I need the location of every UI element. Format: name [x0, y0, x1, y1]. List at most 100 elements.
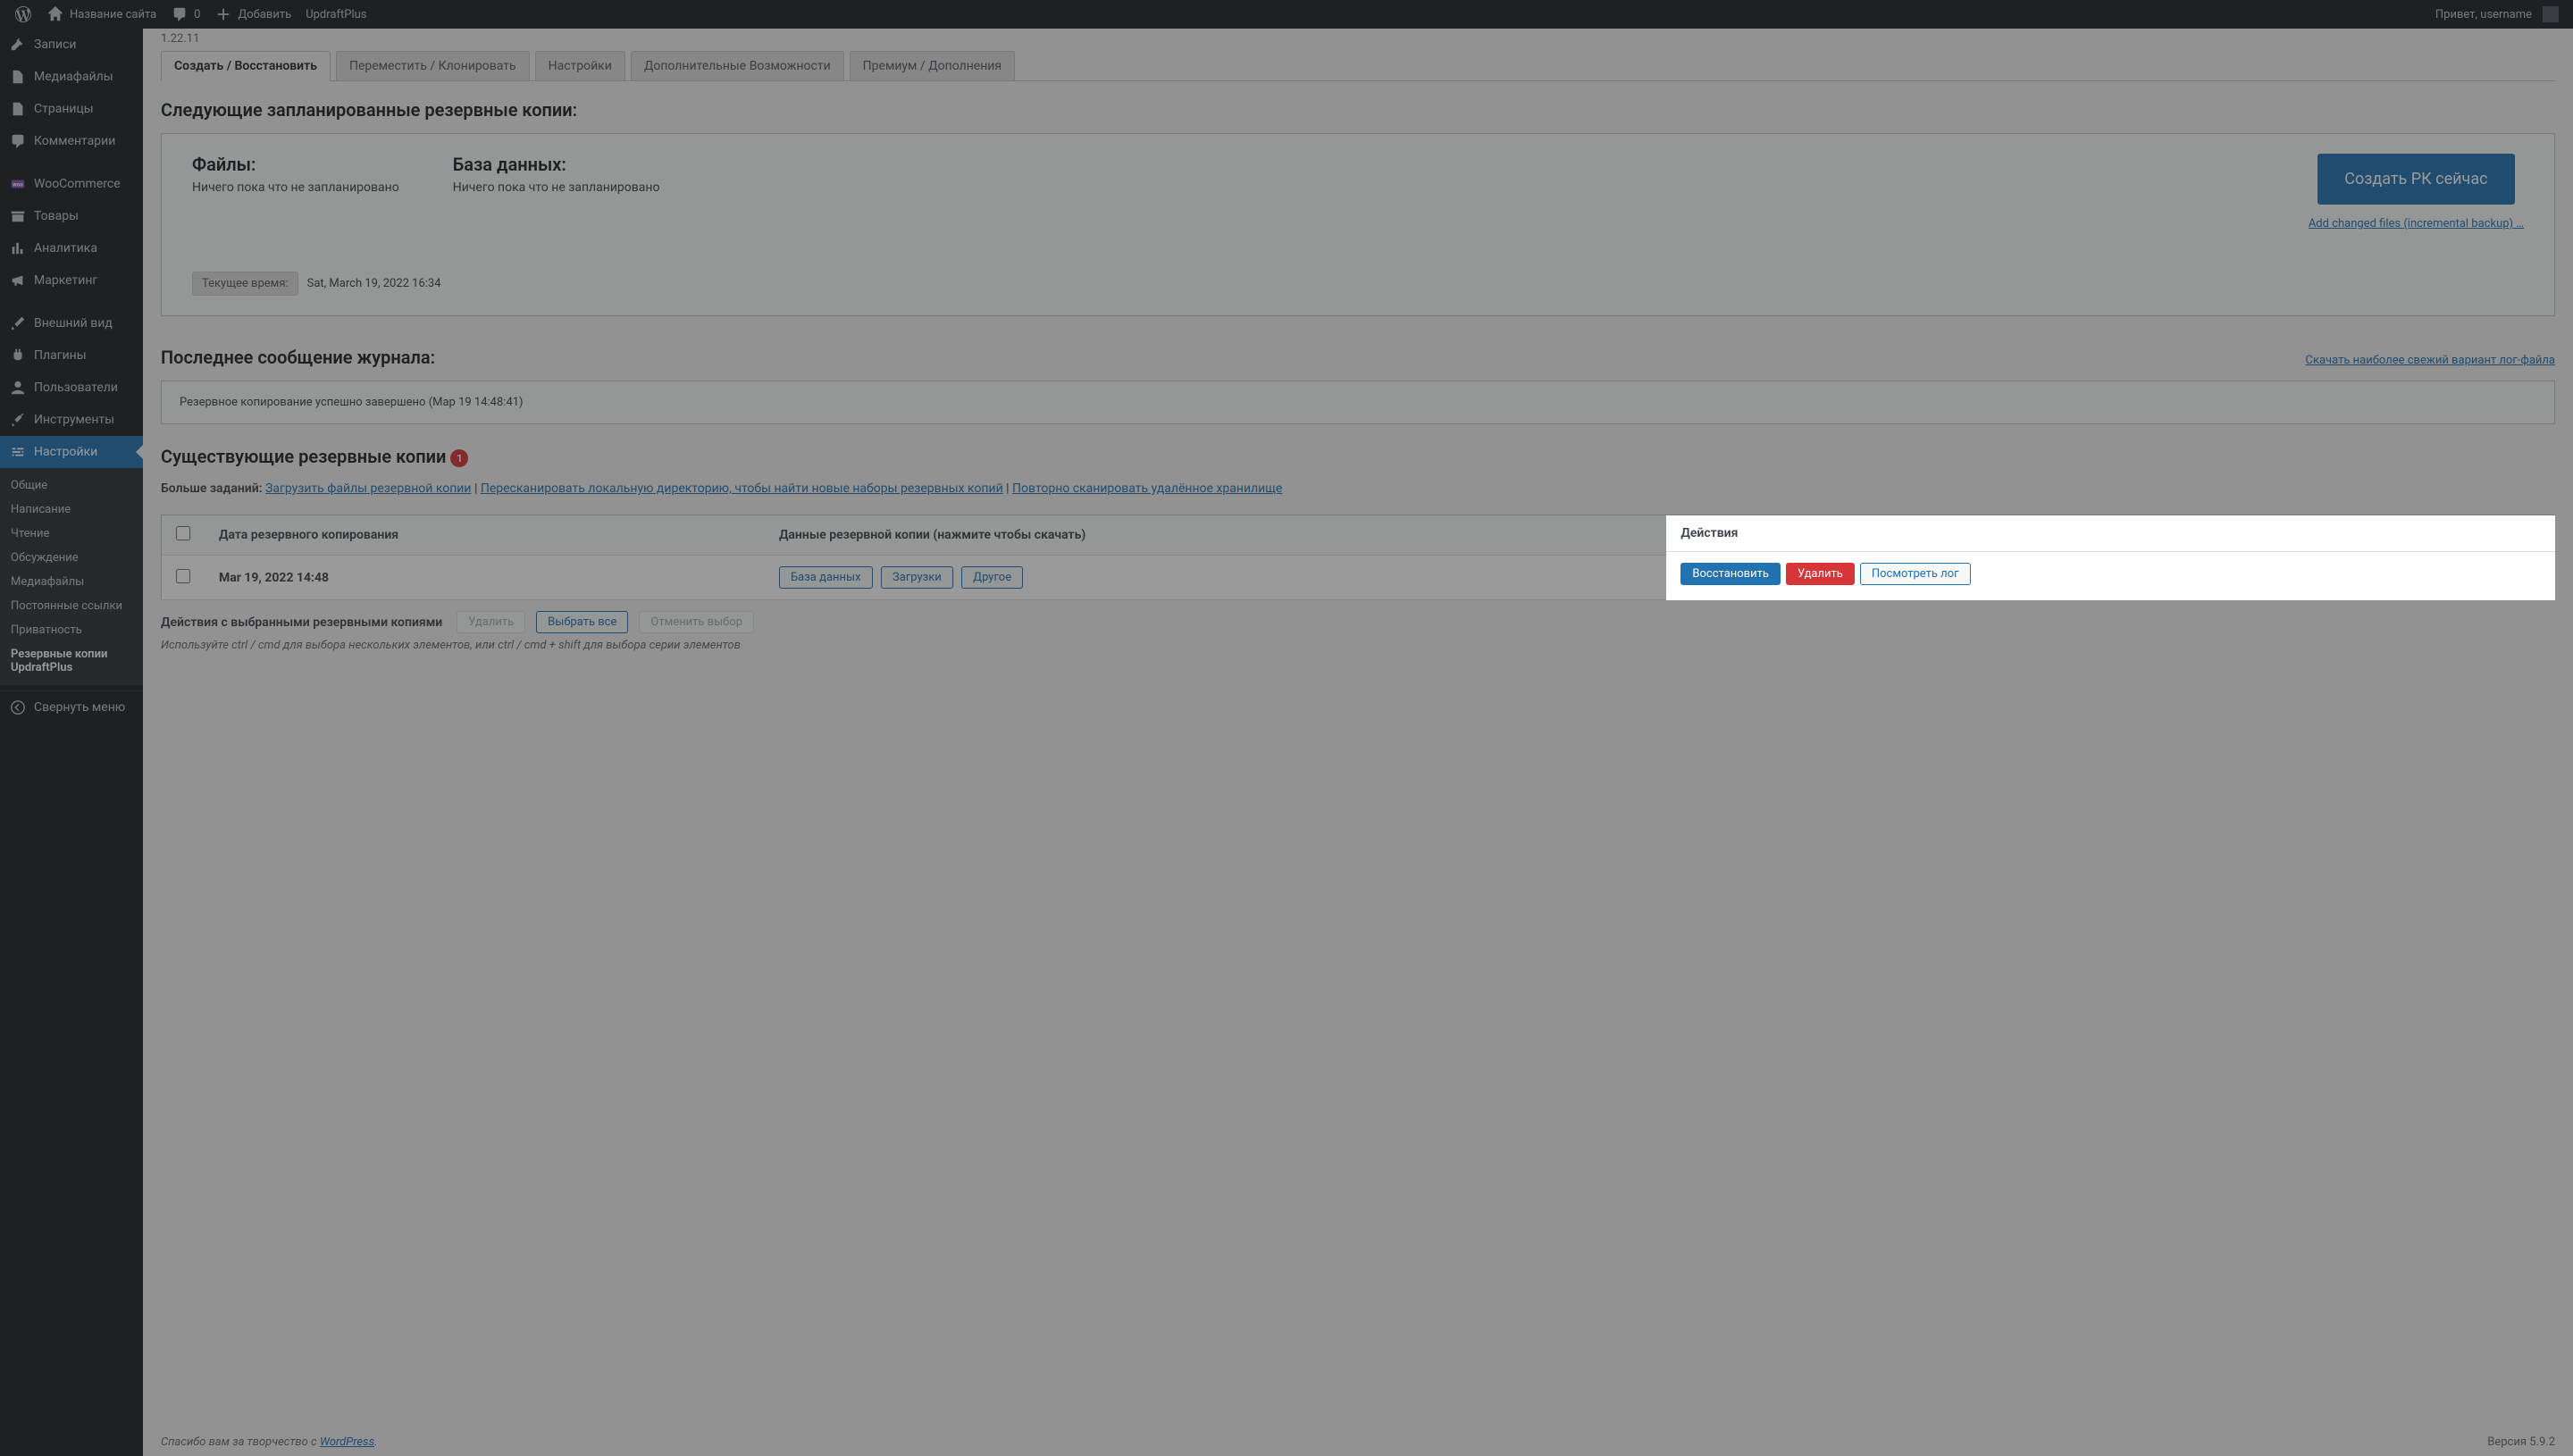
- bulk-actions: Действия с выбранными резервными копиями…: [161, 611, 2555, 633]
- tab-migrate[interactable]: Переместить / Клонировать: [336, 51, 530, 80]
- db-label: База данных:: [453, 154, 660, 175]
- rescan-local-link[interactable]: Пересканировать локальную директорию, чт…: [481, 481, 1003, 496]
- download-log-link[interactable]: Скачать наиболее свежий вариант лог-файл…: [2306, 354, 2556, 367]
- menu-comments[interactable]: Комментарии: [0, 125, 143, 157]
- deselect-button[interactable]: Отменить выбор: [639, 611, 754, 633]
- my-account[interactable]: Привет, username: [2428, 0, 2566, 29]
- select-all-checkbox[interactable]: [176, 526, 190, 540]
- admin-sidebar: Записи Медиафайлы Страницы Комментарии w…: [0, 29, 143, 1456]
- tab-premium[interactable]: Премиум / Дополнения: [850, 51, 1015, 80]
- sub-updraftplus[interactable]: Резервные копии UpdraftPlus: [0, 642, 143, 680]
- download-database-button[interactable]: База данных: [779, 566, 873, 589]
- tab-advanced[interactable]: Дополнительные Возможности: [631, 51, 844, 80]
- brush-icon: [9, 314, 27, 332]
- menu-pages[interactable]: Страницы: [0, 93, 143, 125]
- files-label: Файлы:: [192, 154, 399, 175]
- home-icon: [46, 5, 64, 23]
- rescan-remote-link[interactable]: Повторно сканировать удалённое хранилище: [1012, 481, 1282, 496]
- user-icon: [9, 379, 27, 397]
- tabs: Создать / Восстановить Переместить / Кло…: [161, 51, 2555, 81]
- tab-backup-restore[interactable]: Создать / Восстановить: [161, 51, 331, 81]
- sub-media[interactable]: Медиафайлы: [0, 570, 143, 594]
- megaphone-icon: [9, 272, 27, 289]
- wordpress-icon: [14, 5, 32, 23]
- menu-settings[interactable]: Настройки: [0, 436, 143, 468]
- row-date: Mar 19, 2022 14:48: [219, 571, 329, 585]
- updraftplus-quick-link[interactable]: UpdraftPlus: [298, 0, 373, 29]
- current-time-label: Текущее время:: [192, 272, 298, 296]
- menu-appearance[interactable]: Внешний вид: [0, 307, 143, 339]
- page-icon: [9, 100, 27, 118]
- media-icon: [9, 68, 27, 86]
- wp-logo[interactable]: [7, 0, 39, 29]
- tasks-label: Больше заданий:: [161, 481, 263, 496]
- th-date: Дата резервного копирования: [205, 515, 765, 556]
- collapse-icon: [9, 699, 27, 716]
- heading-next-scheduled: Следующие запланированные резервные копи…: [161, 99, 2555, 121]
- th-data: Данные резервной копии (нажмите чтобы ск…: [765, 515, 1666, 556]
- select-all-button[interactable]: Выбрать все: [536, 611, 628, 633]
- pin-icon: [9, 36, 27, 54]
- sub-privacy[interactable]: Приватность: [0, 618, 143, 642]
- archive-icon: [9, 207, 27, 225]
- log-message: Резервное копирование успешно завершено …: [180, 396, 524, 409]
- collapse-menu[interactable]: Свернуть меню: [0, 690, 143, 724]
- add-new-link[interactable]: Добавить: [207, 0, 298, 29]
- chart-icon: [9, 239, 27, 257]
- footer: Спасибо вам за творчество с WordPress. В…: [161, 1435, 2555, 1449]
- heading-existing: Существующие резервные копии 1: [161, 446, 2555, 467]
- download-uploads-button[interactable]: Загрузки: [881, 566, 953, 589]
- backup-count-badge: 1: [450, 449, 468, 467]
- sub-general[interactable]: Общие: [0, 473, 143, 498]
- highlight-overlay: ДействияВосстановитьУдалитьПосмотреть ло…: [1666, 515, 2554, 600]
- incremental-backup-link[interactable]: Add changed files (incremental backup) …: [2309, 217, 2524, 230]
- menu-users[interactable]: Пользователи: [0, 372, 143, 404]
- row-checkbox[interactable]: [176, 569, 190, 583]
- avatar: [2543, 6, 2559, 22]
- admin-bar: Название сайта 0 Добавить UpdraftPlus Пр…: [0, 0, 2573, 29]
- menu-tools[interactable]: Инструменты: [0, 404, 143, 436]
- bulk-delete-button[interactable]: Удалить: [457, 611, 525, 633]
- menu-marketing[interactable]: Маркетинг: [0, 264, 143, 297]
- svg-text:woo: woo: [13, 181, 23, 188]
- sub-permalinks[interactable]: Постоянные ссылки: [0, 594, 143, 618]
- main-content: 1.22.11 Создать / Восстановить Перемести…: [143, 29, 2573, 1456]
- bulk-label: Действия с выбранными резервными копиями: [161, 615, 442, 630]
- comments-count: 0: [194, 8, 200, 21]
- sliders-icon: [9, 443, 27, 461]
- site-name: Название сайта: [70, 8, 156, 21]
- tab-settings[interactable]: Настройки: [535, 51, 625, 80]
- sub-writing[interactable]: Написание: [0, 498, 143, 522]
- sub-discussion[interactable]: Обсуждение: [0, 546, 143, 570]
- current-time-value: Sat, March 19, 2022 16:34: [307, 277, 441, 290]
- menu-products[interactable]: Товары: [0, 200, 143, 232]
- menu-analytics[interactable]: Аналитика: [0, 232, 143, 264]
- bulk-hint: Используйте ctrl / cmd для выбора нескол…: [161, 639, 2555, 652]
- sub-reading[interactable]: Чтение: [0, 522, 143, 546]
- heading-log: Последнее сообщение журнала:: [161, 347, 435, 368]
- wrench-icon: [9, 411, 27, 429]
- comment-icon: [9, 132, 27, 150]
- plus-icon: [214, 5, 232, 23]
- comments-link[interactable]: 0: [163, 0, 207, 29]
- upload-backup-link[interactable]: Загрузить файлы резервной копии: [265, 481, 471, 496]
- more-tasks: Больше заданий: Загрузить файлы резервно…: [161, 480, 2555, 498]
- download-other-button[interactable]: Другое: [961, 566, 1023, 589]
- woo-icon: woo: [9, 175, 27, 193]
- db-value: Ничего пока что не запланировано: [453, 180, 660, 195]
- files-value: Ничего пока что не запланировано: [192, 180, 399, 195]
- add-new-label: Добавить: [238, 8, 291, 21]
- wp-version: Версия 5.9.2: [2487, 1435, 2555, 1449]
- log-box: Резервное копирование успешно завершено …: [161, 381, 2555, 424]
- site-home-link[interactable]: Название сайта: [39, 0, 163, 29]
- menu-woocommerce[interactable]: wooWooCommerce: [0, 168, 143, 200]
- greeting: Привет, username: [2435, 8, 2532, 21]
- wordpress-link[interactable]: WordPress: [320, 1435, 374, 1449]
- menu-plugins[interactable]: Плагины: [0, 339, 143, 372]
- backup-now-button[interactable]: Создать РК сейчас: [2317, 154, 2514, 205]
- menu-media[interactable]: Медиафайлы: [0, 61, 143, 93]
- menu-posts[interactable]: Записи: [0, 29, 143, 61]
- settings-submenu: Общие Написание Чтение Обсуждение Медиаф…: [0, 468, 143, 685]
- scheduled-box: Файлы: Ничего пока что не запланировано …: [161, 133, 2555, 316]
- comment-icon: [171, 5, 189, 23]
